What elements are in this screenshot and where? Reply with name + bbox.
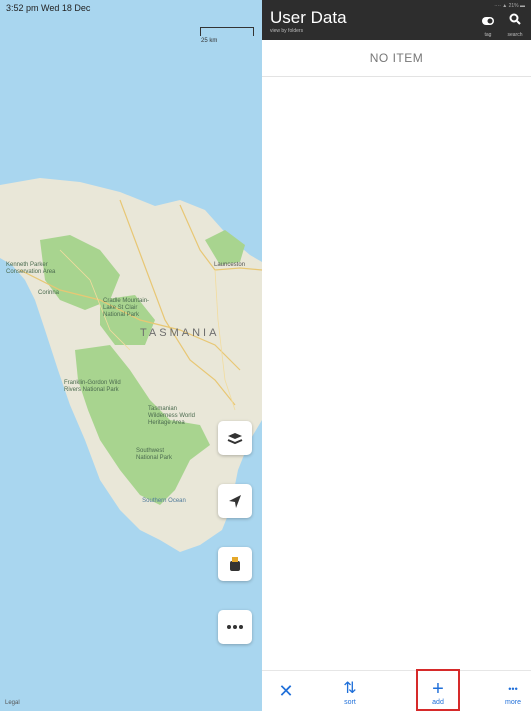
view-mode-subtitle[interactable]: view by folders bbox=[270, 28, 303, 34]
map-label-tasmania: TASMANIA bbox=[140, 327, 220, 339]
sort-button[interactable]: ⇅ sort bbox=[328, 671, 372, 712]
add-button-highlight bbox=[416, 669, 460, 711]
map-label-southwest: Southwest National Park bbox=[136, 448, 173, 461]
status-time: 3:52 pm Wed 18 Dec bbox=[6, 3, 91, 13]
scale-label: 25 km bbox=[201, 38, 218, 44]
bottom-toolbar: ✕ ⇅ sort + add ••• more bbox=[262, 670, 531, 712]
location-button[interactable] bbox=[218, 484, 252, 518]
location-arrow-icon bbox=[229, 495, 241, 508]
scale-bar bbox=[200, 27, 254, 36]
search-button[interactable]: search bbox=[502, 12, 528, 38]
map-label-ocean: Southern Ocean bbox=[142, 498, 186, 504]
legal-link[interactable]: Legal bbox=[5, 700, 20, 706]
more-label: more bbox=[505, 699, 521, 706]
top-bar: ···· ▲ 21% ▬ User Data view by folders t… bbox=[262, 0, 531, 40]
more-icon: ••• bbox=[508, 684, 518, 694]
map-label-conservation: Kenneth Parker Conservation Area bbox=[6, 262, 56, 275]
close-button[interactable]: ✕ bbox=[264, 671, 308, 712]
binoculars-button[interactable] bbox=[218, 547, 252, 581]
page-title: User Data bbox=[270, 8, 347, 27]
map-label-cradle: Cradle Mountain-Lake St Clair National P… bbox=[103, 298, 150, 318]
empty-state-text: NO ITEM bbox=[262, 40, 531, 77]
more-icon bbox=[227, 625, 243, 629]
tag-label: tag bbox=[484, 32, 492, 38]
search-icon bbox=[509, 13, 521, 25]
search-label: search bbox=[507, 32, 523, 38]
map-label-launceston: Launceston bbox=[214, 262, 246, 268]
binoculars-icon bbox=[230, 557, 240, 571]
map-land bbox=[0, 178, 262, 552]
system-status: ···· ▲ 21% ▬ bbox=[494, 3, 525, 9]
close-icon: ✕ bbox=[278, 681, 294, 701]
map-view[interactable]: 3:52 pm Wed 18 Dec 25 km Kenneth Parker … bbox=[0, 0, 262, 711]
layers-icon bbox=[227, 433, 243, 445]
user-data-panel: ···· ▲ 21% ▬ User Data view by folders t… bbox=[262, 0, 531, 712]
layers-button[interactable] bbox=[218, 421, 252, 455]
sort-icon: ⇅ bbox=[343, 680, 357, 697]
more-button[interactable]: ••• more bbox=[491, 671, 531, 712]
sort-label: sort bbox=[344, 699, 356, 706]
map-label-corinna: Corinna bbox=[38, 290, 60, 296]
map-label-franklin: Franklin-Gordon Wild Rivers National Par… bbox=[64, 380, 121, 393]
tag-icon bbox=[482, 17, 494, 25]
map-label-wilderness: Tasmanian Wilderness World Heritage Area bbox=[148, 406, 195, 426]
map-more-button[interactable] bbox=[218, 610, 252, 644]
tag-button[interactable]: tag bbox=[475, 12, 501, 38]
